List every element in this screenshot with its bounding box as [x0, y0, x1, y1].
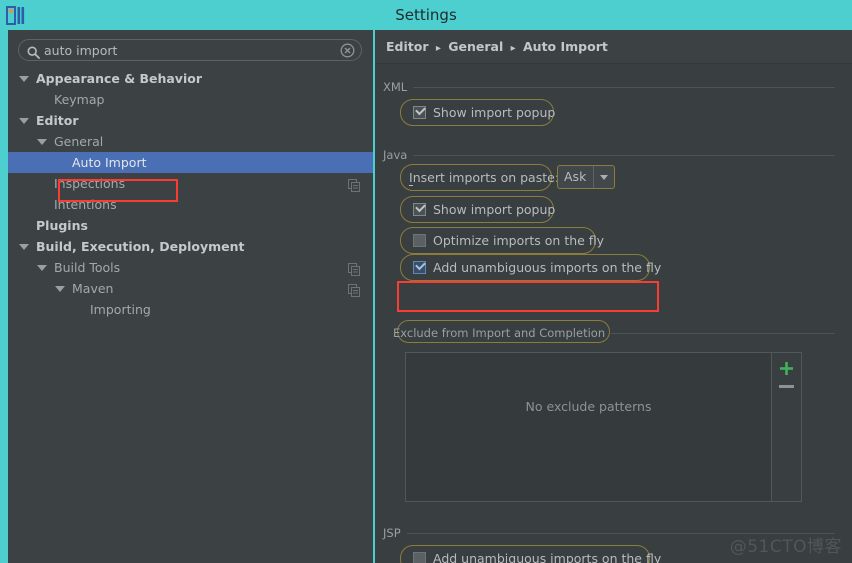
- title-bar: Settings: [0, 0, 852, 30]
- settings-sidebar: auto import Appearance & Behavior Keymap E…: [8, 30, 373, 563]
- checkbox-xml-show-import-popup[interactable]: Show import popup: [413, 102, 555, 122]
- sidebar-item-importing[interactable]: Importing: [8, 299, 373, 320]
- checkbox-label: Add unambiguous imports on the fly: [433, 550, 662, 563]
- sidebar-item-label: Auto Import: [72, 155, 147, 170]
- window-title: Settings: [395, 6, 457, 24]
- sidebar-item-label: Plugins: [36, 218, 88, 233]
- checkbox-label: Add unambiguous imports on the fly: [433, 259, 662, 275]
- group-label-java: Java: [383, 148, 408, 162]
- plus-icon[interactable]: [779, 361, 794, 376]
- exclude-toolbar: [771, 353, 801, 501]
- exclude-empty-text: No exclude patterns: [525, 399, 652, 414]
- checkbox-box-icon[interactable]: [413, 233, 426, 247]
- breadcrumb-item-general[interactable]: General: [448, 39, 503, 54]
- checkbox-box-icon[interactable]: [413, 104, 426, 119]
- checkbox-label: Optimize imports on the fly: [433, 232, 605, 248]
- checkbox-box-icon[interactable]: [413, 201, 426, 216]
- sidebar-item-build-tools[interactable]: Build Tools: [8, 257, 373, 278]
- window-body: auto import Appearance & Behavior Keymap E…: [0, 30, 852, 563]
- sidebar-item-plugins[interactable]: Plugins: [8, 215, 373, 236]
- sidebar-item-auto-import[interactable]: Auto Import: [8, 152, 373, 173]
- settings-content: XML Show import popup Java Insert import…: [375, 64, 852, 563]
- sidebar-item-label: Build Tools: [54, 260, 121, 275]
- sidebar-item-keymap[interactable]: Keymap: [8, 89, 373, 110]
- search-icon: [27, 44, 40, 59]
- checkbox-add-unambiguous-imports-java[interactable]: Add unambiguous imports on the fly: [413, 257, 661, 277]
- group-header-java: Java: [383, 148, 835, 162]
- expand-triangle-icon[interactable]: [37, 265, 47, 271]
- group-header-exclude: Exclude from Import and Completion: [383, 326, 835, 340]
- settings-window: Settings auto import Appearance & Behavi…: [0, 0, 852, 563]
- checkbox-box-icon[interactable]: [413, 259, 426, 274]
- sidebar-item-label: General: [54, 134, 104, 149]
- checkbox-add-unambiguous-imports-jsp[interactable]: Add unambiguous imports on the fly: [413, 548, 661, 563]
- checkbox-optimize-imports-on-the-fly[interactable]: Optimize imports on the fly: [413, 230, 604, 250]
- minus-icon[interactable]: [779, 385, 794, 388]
- sidebar-item-general[interactable]: General: [8, 131, 373, 152]
- group-label-jsp: JSP: [383, 526, 401, 540]
- sidebar-item-label: Maven: [72, 281, 114, 296]
- sidebar-item-label: Appearance & Behavior: [36, 71, 202, 86]
- checkbox-java-show-import-popup[interactable]: Show import popup: [413, 199, 555, 219]
- sidebar-item-intentions[interactable]: Intentions: [8, 194, 373, 215]
- settings-main-panel: Editor ▸ General ▸ Auto Import XML Show …: [375, 30, 852, 563]
- breadcrumb-item-auto-import[interactable]: Auto Import: [523, 39, 608, 54]
- insert-imports-on-paste-dropdown[interactable]: Ask: [557, 165, 615, 189]
- chevron-down-icon[interactable]: [593, 166, 614, 188]
- insert-imports-on-paste-label: Insert imports on paste:: [409, 169, 560, 186]
- chevron-right-icon-2: ▸: [510, 43, 516, 54]
- annotation-box-add-unambiguous-imports: [397, 281, 659, 312]
- expand-triangle-icon[interactable]: [19, 244, 29, 250]
- dropdown-selected-value: Ask: [564, 169, 587, 184]
- copy-icon[interactable]: [348, 282, 361, 297]
- search-input-value: auto import: [44, 43, 118, 58]
- label-insert-imports-on-paste: Insert imports on paste:: [409, 167, 559, 187]
- settings-tree[interactable]: Appearance & Behavior Keymap Editor General…: [8, 68, 373, 320]
- sidebar-item-editor[interactable]: Editor: [8, 110, 373, 131]
- sidebar-item-maven[interactable]: Maven: [8, 278, 373, 299]
- search-input[interactable]: auto import: [18, 39, 362, 61]
- sidebar-item-label: Editor: [36, 113, 79, 128]
- exclude-patterns-panel[interactable]: No exclude patterns: [405, 352, 802, 502]
- expand-triangle-icon[interactable]: [55, 286, 65, 292]
- chevron-right-icon: ▸: [435, 43, 441, 54]
- expand-triangle-icon[interactable]: [19, 76, 29, 82]
- group-label-exclude: Exclude from Import and Completion: [393, 326, 606, 340]
- sidebar-item-label: Importing: [90, 302, 151, 317]
- group-header-xml: XML: [383, 80, 835, 94]
- group-rule-xml: [413, 86, 835, 88]
- checkbox-label: Show import popup: [433, 104, 556, 120]
- watermark: @51CTO博客: [729, 537, 842, 557]
- clear-search-icon[interactable]: [340, 43, 355, 58]
- sidebar-item-label: Build, Execution, Deployment: [36, 239, 245, 254]
- group-label-xml: XML: [383, 80, 408, 94]
- checkbox-box-icon[interactable]: [413, 551, 426, 563]
- sidebar-item-label: Intentions: [54, 197, 117, 212]
- group-rule-java: [413, 154, 835, 156]
- copy-icon[interactable]: [348, 177, 361, 192]
- copy-icon[interactable]: [348, 261, 361, 276]
- sidebar-item-build-execution-deployment[interactable]: Build, Execution, Deployment: [8, 236, 373, 257]
- breadcrumb: Editor ▸ General ▸ Auto Import: [386, 30, 608, 63]
- checkbox-label: Show import popup: [433, 201, 556, 217]
- breadcrumb-item-editor[interactable]: Editor: [386, 39, 429, 54]
- sidebar-item-inspections[interactable]: Inspections: [8, 173, 373, 194]
- sidebar-item-label: Inspections: [54, 176, 126, 191]
- breadcrumb-bar: Editor ▸ General ▸ Auto Import: [375, 30, 852, 64]
- expand-triangle-icon[interactable]: [19, 118, 29, 124]
- expand-triangle-icon[interactable]: [37, 139, 47, 145]
- sidebar-item-label: Keymap: [54, 92, 105, 107]
- group-rule-exclude: [611, 332, 835, 334]
- sidebar-item-appearance-behavior[interactable]: Appearance & Behavior: [8, 68, 373, 89]
